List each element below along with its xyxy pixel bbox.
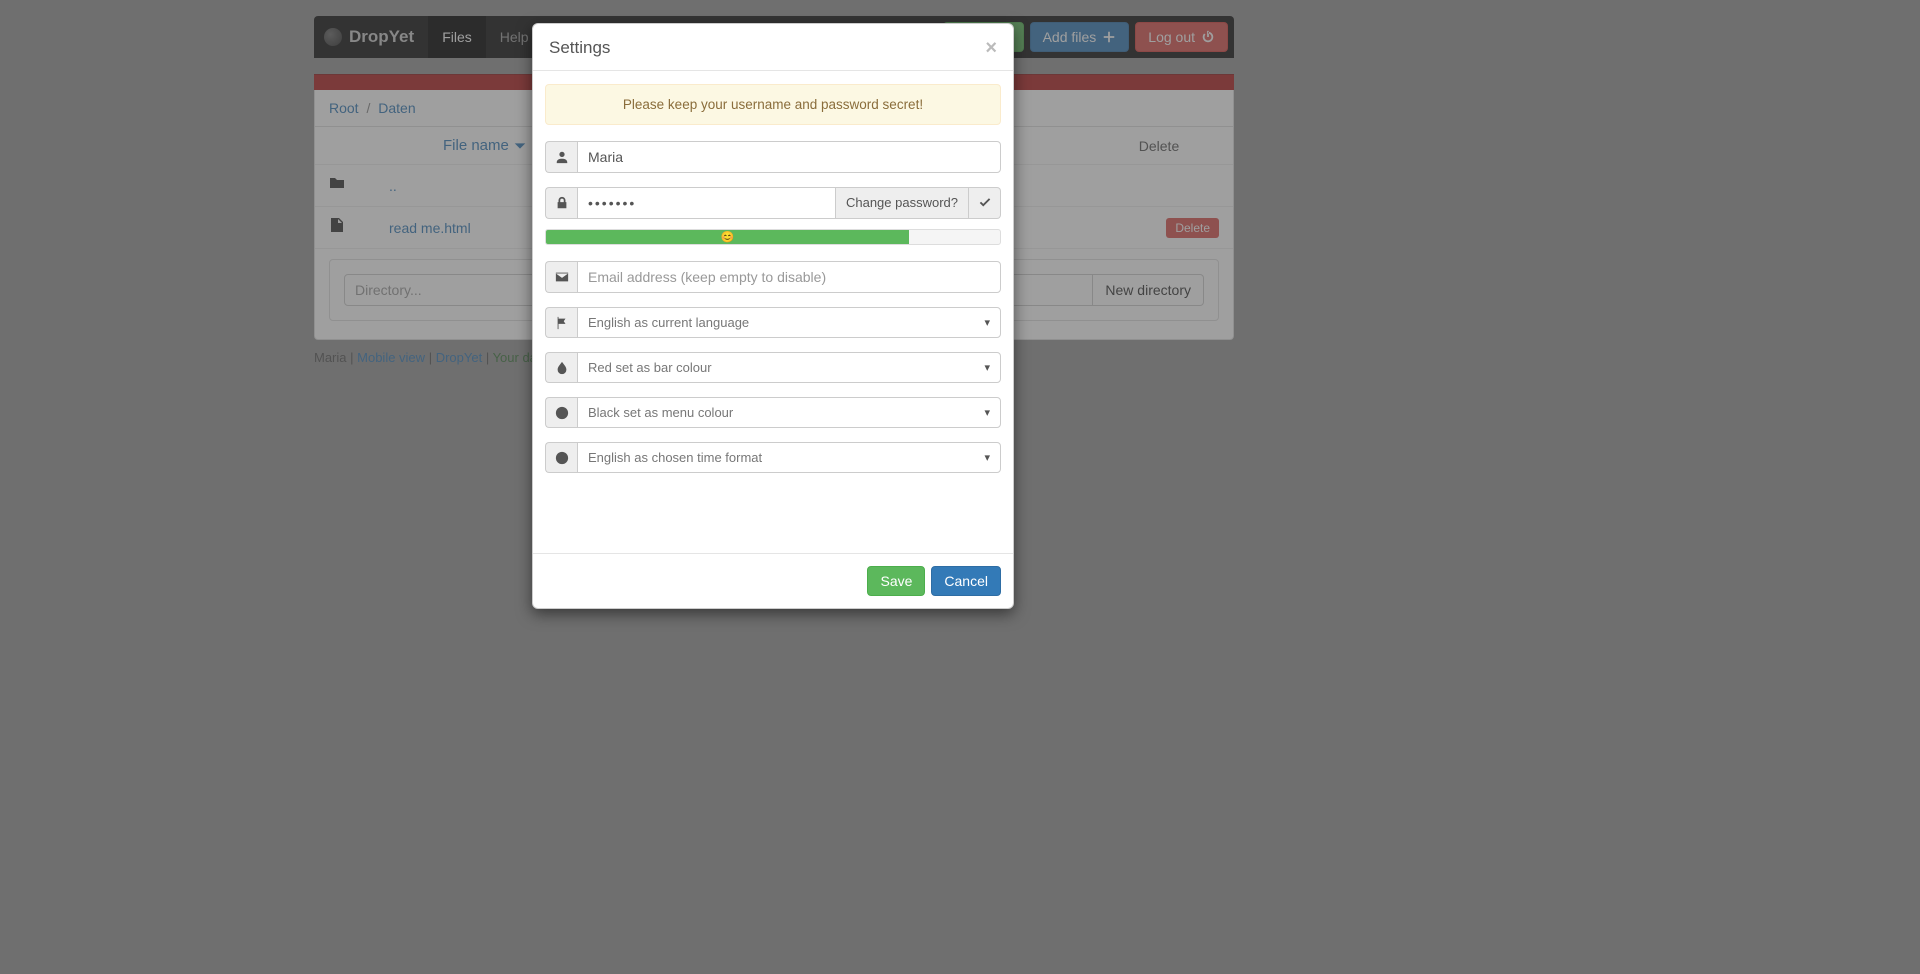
strength-emoji-icon: 😊 <box>721 231 735 244</box>
barcolour-select[interactable]: Red set as bar colour <box>577 352 1001 383</box>
barcolour-group: Red set as bar colour <box>545 352 1001 383</box>
username-group: Maria <box>545 141 1001 173</box>
menucolour-group: Black set as menu colour <box>545 397 1001 428</box>
timeformat-group: English as chosen time format <box>545 442 1001 473</box>
barcolour-value: Red set as bar colour <box>588 360 712 375</box>
warning-alert: Please keep your username and password s… <box>545 84 1001 125</box>
language-group: English as current language <box>545 307 1001 338</box>
check-icon <box>978 196 992 210</box>
envelope-icon <box>545 261 577 293</box>
modal-title: Settings <box>549 38 610 58</box>
menucolour-select[interactable]: Black set as menu colour <box>577 397 1001 428</box>
lock-icon <box>545 187 577 219</box>
email-group: Email address (keep empty to disable) <box>545 261 1001 293</box>
clock-icon <box>545 442 577 473</box>
username-input[interactable]: Maria <box>577 141 1001 173</box>
email-input[interactable]: Email address (keep empty to disable) <box>577 261 1001 293</box>
save-button[interactable]: Save <box>867 566 925 596</box>
flag-icon <box>545 307 577 338</box>
change-password-button[interactable]: Change password? <box>836 187 969 219</box>
tint-icon <box>545 352 577 383</box>
modal-header: Settings × <box>533 24 1013 71</box>
password-input[interactable]: ••••••• <box>577 187 836 219</box>
user-icon <box>545 141 577 173</box>
password-strength-bar: 😊 <box>545 229 1001 245</box>
timeformat-value: English as chosen time format <box>588 450 762 465</box>
timeformat-select[interactable]: English as chosen time format <box>577 442 1001 473</box>
settings-modal: Settings × Please keep your username and… <box>532 23 1014 609</box>
contrast-icon <box>545 397 577 428</box>
modal-footer: Save Cancel <box>533 553 1013 608</box>
modal-body: Please keep your username and password s… <box>533 71 1013 553</box>
password-group: ••••••• Change password? <box>545 187 1001 219</box>
language-value: English as current language <box>588 315 749 330</box>
cancel-button[interactable]: Cancel <box>931 566 1001 596</box>
close-icon[interactable]: × <box>985 38 997 58</box>
language-select[interactable]: English as current language <box>577 307 1001 338</box>
change-password-checkbox[interactable] <box>969 187 1001 219</box>
password-strength-fill: 😊 <box>546 230 909 244</box>
menucolour-value: Black set as menu colour <box>588 405 733 420</box>
